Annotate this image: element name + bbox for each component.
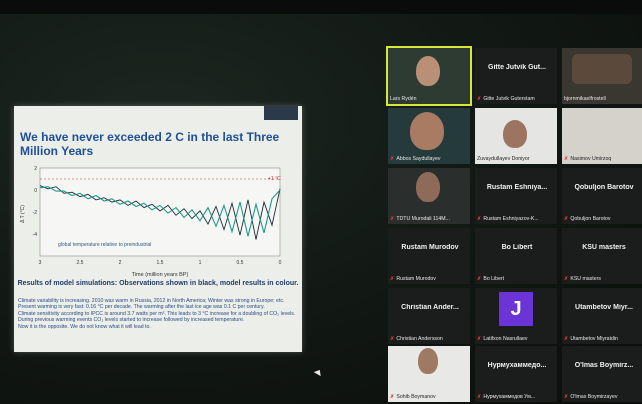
- participant-name-label: Нурмухаммедов Ум...: [483, 394, 536, 400]
- participant-tile[interactable]: ✗ Abbos Saydullayev: [388, 108, 470, 164]
- participant-tile[interactable]: Zuvaydullayev Doniyor: [475, 108, 557, 164]
- participant-name-label: O'lmas Boymirzayev: [570, 394, 618, 400]
- presenter-video-thumbnail[interactable]: [264, 106, 298, 120]
- note-line: Now it is the opposite. We do not know w…: [18, 323, 151, 330]
- participant-tile[interactable]: Qobuljon Barotov ✗ Qobuljon Barotov: [562, 168, 642, 224]
- participant-name-label: Christian Andersson: [396, 336, 443, 342]
- mic-muted-icon: ✗: [390, 336, 395, 342]
- note-line: Present warming is very fast: 0.16 °C pe…: [18, 304, 265, 311]
- mic-muted-icon: ✗: [390, 394, 395, 400]
- mouse-cursor-icon: [313, 367, 324, 377]
- participant-tile[interactable]: bjornmikaelfrostell: [562, 48, 642, 104]
- temperature-chart-svg: Δ T (°C) Time (million years BP) global …: [20, 166, 282, 278]
- mic-muted-icon: ✗: [390, 156, 395, 162]
- participant-display-name: O'lmas Boymirz...: [574, 362, 634, 369]
- mic-muted-icon: ✗: [477, 216, 482, 222]
- participant-display-name: Rustam Murodov: [401, 244, 459, 251]
- participant-tile[interactable]: ✗ TDTU Murodali 114M...: [388, 168, 470, 224]
- mic-muted-icon: ✗: [564, 336, 569, 342]
- participant-name-label: Gitte Jutvik Guterstam: [483, 96, 535, 102]
- participant-avatar-initial: J: [499, 292, 533, 326]
- x-tick-label: 3: [39, 260, 42, 266]
- participant-name-label: Latifxon Nasrullaev: [483, 336, 528, 342]
- participant-display-name: Gitte Jutvik Gut...: [488, 64, 546, 71]
- participant-tile[interactable]: ✗ Sohib Boymanov: [388, 346, 470, 402]
- x-axis-label: Time (million years BP): [132, 272, 189, 278]
- y-tick-label: -2: [33, 210, 38, 216]
- participant-face: [416, 56, 440, 86]
- participant-tile[interactable]: Lars Rydén: [386, 46, 472, 106]
- participant-display-name: Qobuljon Barotov: [574, 184, 634, 191]
- y-tick-label: -4: [33, 232, 38, 238]
- x-tick-label: 0.5: [237, 260, 244, 266]
- zoom-meeting-window: We have never exceeded 2 C in the last T…: [0, 0, 642, 404]
- participant-face: [416, 172, 440, 202]
- participant-tile[interactable]: Christian Ander... ✗ Christian Andersson: [388, 288, 470, 344]
- slide-caption: Results of model simulations: Observatio…: [17, 280, 299, 287]
- participant-display-name: KSU masters: [582, 244, 626, 251]
- y-axis-label: Δ T (°C): [20, 205, 26, 223]
- participant-tile[interactable]: O'lmas Boymirz... ✗ O'lmas Boymirzayev: [562, 346, 642, 402]
- participant-name-label: bjornmikaelfrostell: [564, 96, 606, 102]
- participant-face: [410, 112, 444, 150]
- mic-muted-icon: ✗: [564, 276, 569, 282]
- participant-face: [503, 120, 527, 148]
- participant-name-label: Lars Rydén: [390, 96, 417, 102]
- participant-name-label: Nasimov Umirzoq: [570, 156, 612, 162]
- mic-muted-icon: ✗: [477, 394, 482, 400]
- participant-tile[interactable]: Rustam Murodov ✗ Rustam Murodov: [388, 228, 470, 284]
- participant-name-label: Rustam Murodov: [396, 276, 436, 282]
- participant-name-label: Rustam Eshniyazov-K...: [483, 216, 539, 222]
- participant-display-name: Christian Ander...: [401, 304, 459, 311]
- room-background: [572, 54, 632, 84]
- participant-tile[interactable]: Нурмухаммедо... ✗ Нурмухаммедов Ум...: [475, 346, 557, 402]
- x-tick-label: 1.5: [157, 260, 164, 266]
- top-bar: [0, 0, 642, 14]
- chart-annotation: global temperature relative to preindust…: [58, 242, 151, 248]
- participant-face: [418, 348, 438, 374]
- participant-tile[interactable]: Bo Libert ✗ Bo Libert: [475, 228, 557, 284]
- mic-muted-icon: ✗: [564, 156, 569, 162]
- participant-display-name: Rustam Eshniya...: [486, 184, 548, 191]
- participant-display-name: Utambetov Miyr...: [575, 304, 633, 311]
- participant-name-label: Sohib Boymanov: [396, 394, 436, 400]
- participant-name-label: TDTU Murodali 114M...: [396, 216, 450, 222]
- mic-muted-icon: ✗: [390, 276, 395, 282]
- participant-name-label: KSU masters: [570, 276, 601, 282]
- x-tick-label: 2.5: [77, 260, 84, 266]
- participant-name-label: Bo Libert: [483, 276, 505, 282]
- mic-muted-icon: ✗: [564, 216, 569, 222]
- slide-notes: Climate variability is increasing. 2010 …: [18, 298, 298, 330]
- x-tick-label: 2: [119, 260, 122, 266]
- mic-muted-icon: ✗: [477, 336, 482, 342]
- mic-muted-icon: ✗: [477, 276, 482, 282]
- participant-tile[interactable]: Rustam Eshniya... ✗ Rustam Eshniyazov-K..…: [475, 168, 557, 224]
- participant-name-label: Zuvaydullayev Doniyor: [477, 156, 530, 162]
- participant-display-name: Нурмухаммедо...: [487, 362, 547, 369]
- slide-title: We have never exceeded 2 C in the last T…: [20, 130, 280, 158]
- shared-screen-slide: We have never exceeded 2 C in the last T…: [14, 106, 302, 352]
- mic-muted-icon: ✗: [564, 394, 569, 400]
- participant-display-name: Bo Libert: [501, 244, 533, 251]
- participant-name-label: Qobuljon Barotov: [570, 216, 611, 222]
- x-tick-label: 0: [279, 260, 282, 266]
- participant-tile[interactable]: Gitte Jutvik Gut... ✗ Gitte Jutvik Guters…: [475, 48, 557, 104]
- participant-tile[interactable]: KSU masters ✗ KSU masters: [562, 228, 642, 284]
- temperature-chart: Δ T (°C) Time (million years BP) global …: [18, 162, 298, 282]
- y-tick-label: 0: [34, 188, 37, 194]
- participant-tile[interactable]: J ✗ Latifxon Nasrullaev: [475, 288, 557, 344]
- x-tick-label: 1: [199, 260, 202, 266]
- participant-name-label: Utambetov Miyratdin: [570, 336, 618, 342]
- participant-tile[interactable]: ✗ Nasimov Umirzoq: [562, 108, 642, 164]
- mic-muted-icon: ✗: [390, 216, 395, 222]
- mic-muted-icon: ✗: [477, 96, 482, 102]
- participant-name-label: Abbos Saydullayev: [396, 156, 441, 162]
- participant-tile[interactable]: Utambetov Miyr... ✗ Utambetov Miyratdin: [562, 288, 642, 344]
- y-tick-label: 2: [34, 166, 37, 172]
